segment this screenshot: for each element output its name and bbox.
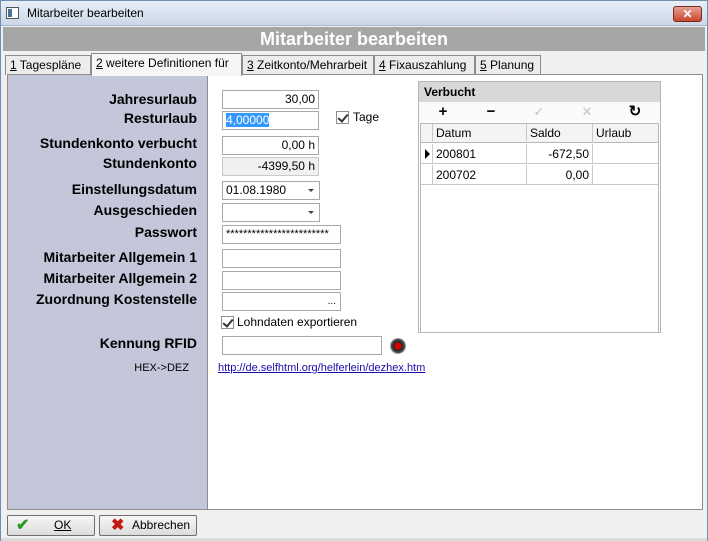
allgemein2-label: Mitarbeiter Allgemein 2 [43, 270, 197, 286]
indicator-header [421, 124, 433, 143]
allgemein1-label: Mitarbeiter Allgemein 1 [43, 249, 197, 265]
tab-tagesplaene[interactable]: 1 Tagespläne [5, 55, 91, 75]
add-icon[interactable]: + [433, 103, 453, 121]
grid-header: Datum Saldo Urlaub [421, 124, 658, 143]
hexdez-link[interactable]: http://de.selfhtml.org/helferlein/dezhex… [218, 362, 425, 374]
tage-checkbox[interactable] [336, 111, 349, 124]
einstellungsdatum-combo[interactable]: 01.08.1980 [222, 181, 320, 200]
cell-saldo[interactable]: -672,50 [527, 144, 593, 164]
tab-panel: Jahresurlaub Resturlaub Stundenkonto ver… [7, 74, 703, 510]
ausgeschieden-label: Ausgeschieden [93, 202, 197, 218]
checkmark-icon: ✔ [16, 517, 30, 534]
window-title: Mitarbeiter bearbeiten [27, 6, 144, 20]
close-button[interactable]: ✕ [673, 6, 702, 22]
column-header-saldo[interactable]: Saldo [527, 124, 593, 143]
ok-button[interactable]: ✔ OK [7, 515, 95, 536]
kostenstelle-input[interactable]: ... [222, 292, 341, 311]
verbucht-grid[interactable]: Datum Saldo Urlaub 200801 -672,50 200702… [420, 123, 659, 333]
resturlaub-input[interactable]: 4,00000 [222, 111, 319, 130]
verbucht-title: Verbucht [419, 82, 660, 102]
column-header-datum[interactable]: Datum [433, 124, 527, 143]
chevron-down-icon[interactable] [308, 211, 314, 214]
stundenkonto-label: Stundenkonto [102, 155, 197, 171]
jahresurlaub-input[interactable]: 30,00 [222, 90, 319, 109]
ausgeschieden-combo[interactable] [222, 203, 320, 222]
einstellungsdatum-label: Einstellungsdatum [71, 181, 197, 197]
cell-urlaub[interactable] [593, 144, 658, 164]
rfid-input[interactable] [222, 336, 382, 355]
verbucht-panel: Verbucht + − ✓ ✕ ↻ Datum Saldo Urlaub 20… [418, 81, 661, 333]
tab-zeitkonto[interactable]: 3 Zeitkonto/Mehrarbeit [242, 55, 374, 75]
verbucht-toolbar: + − ✓ ✕ ↻ [419, 102, 660, 122]
tab-fixauszahlung[interactable]: 4 Fixauszahlung [374, 55, 475, 75]
cell-datum[interactable]: 200702 [433, 165, 527, 185]
passwort-label: Passwort [134, 224, 197, 240]
rfid-label: Kennung RFID [99, 335, 197, 351]
lohndaten-checkbox[interactable] [221, 316, 234, 329]
tab-weitere-definitionen[interactable]: 2 weitere Definitionen für [91, 53, 242, 76]
passwort-input[interactable]: ************************ [222, 225, 341, 244]
table-row[interactable]: 200801 -672,50 [421, 144, 658, 164]
row-indicator [421, 165, 433, 185]
title-bar: Mitarbeiter bearbeiten ✕ [1, 1, 707, 26]
tage-label: Tage [353, 110, 380, 124]
chevron-down-icon[interactable] [308, 189, 314, 192]
stundenkonto-verbucht-label: Stundenkonto verbucht [39, 135, 197, 151]
stundenkonto-value: -4399,50 h [222, 157, 319, 176]
allgemein1-input[interactable] [222, 249, 341, 268]
column-header-urlaub[interactable]: Urlaub [593, 124, 658, 143]
stundenkonto-verbucht-input[interactable]: 0,00 h [222, 136, 319, 155]
page-title: Mitarbeiter bearbeiten [3, 27, 705, 51]
cell-saldo[interactable]: 0,00 [527, 165, 593, 185]
current-row-indicator [421, 144, 433, 164]
refresh-icon[interactable]: ↻ [625, 103, 645, 121]
kostenstelle-browse-button[interactable]: ... [328, 293, 336, 310]
confirm-icon[interactable]: ✓ [529, 103, 549, 121]
window-icon [6, 7, 19, 19]
tab-planung[interactable]: 5 Planung [475, 55, 541, 75]
cancel-button[interactable]: ✖ Abbrechen [99, 515, 197, 536]
resturlaub-label: Resturlaub [123, 110, 197, 126]
hexdez-label: HEX->DEZ [134, 362, 189, 374]
kostenstelle-label: Zuordnung Kostenstelle [36, 291, 197, 307]
cell-datum[interactable]: 200801 [433, 144, 527, 164]
jahresurlaub-label: Jahresurlaub [109, 91, 197, 107]
allgemein2-input[interactable] [222, 271, 341, 290]
cross-icon: ✖ [111, 517, 125, 534]
cancel-button-label: Abbrechen [132, 518, 191, 532]
label-column: Jahresurlaub Resturlaub Stundenkonto ver… [8, 75, 208, 509]
cell-urlaub[interactable] [593, 165, 658, 185]
cancel-edit-icon[interactable]: ✕ [577, 103, 597, 121]
rfid-status-indicator [390, 338, 406, 354]
lohndaten-label: Lohndaten exportieren [237, 315, 358, 329]
table-row[interactable]: 200702 0,00 [421, 165, 658, 185]
ok-button-label: OK [54, 518, 72, 532]
remove-icon[interactable]: − [481, 103, 501, 121]
main-window: Mitarbeiter bearbeiten ✕ Mitarbeiter bea… [0, 0, 708, 541]
